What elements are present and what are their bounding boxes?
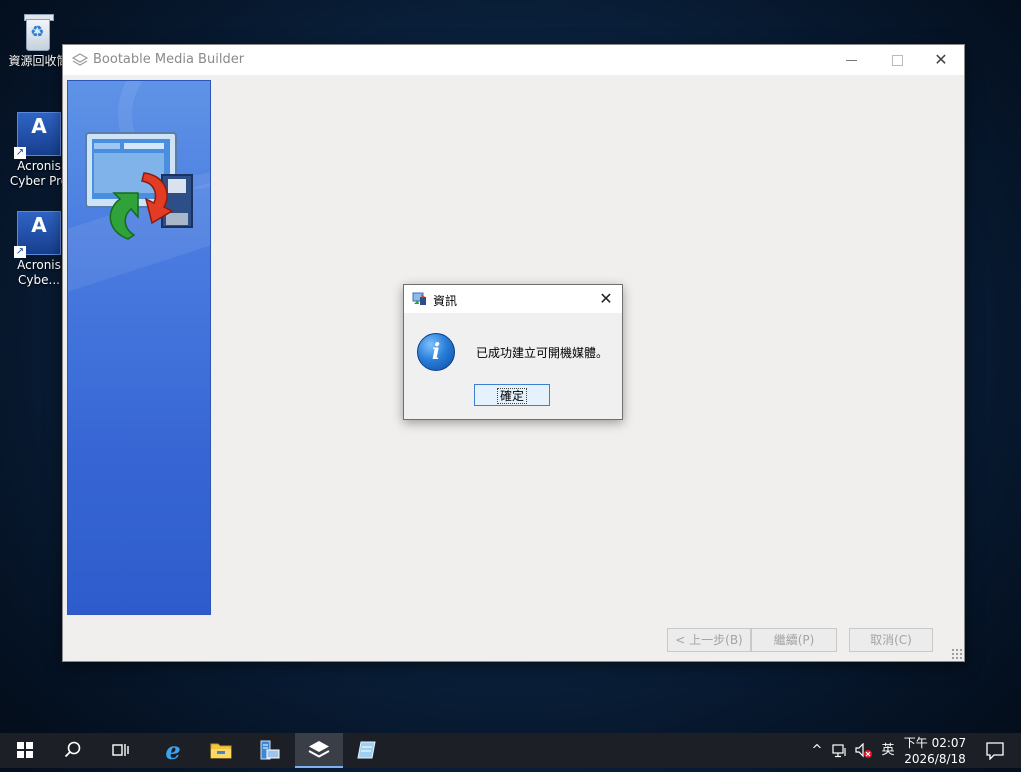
taskbar: e ^ 英 下午 02:07 2026/8/18 (0, 733, 1021, 768)
action-center-button[interactable] (980, 733, 1010, 768)
recycle-bin-icon (20, 12, 56, 52)
start-button[interactable] (1, 733, 49, 768)
clock[interactable]: 下午 02:07 2026/8/18 (898, 735, 972, 767)
taskbar-file-explorer[interactable] (197, 733, 245, 768)
show-hidden-icons-button[interactable]: ^ (808, 733, 826, 768)
taskbar-internet-explorer[interactable]: e (149, 733, 197, 768)
ime-indicator[interactable]: 英 (879, 733, 897, 768)
maximize-icon (891, 54, 903, 66)
maximize-button[interactable] (874, 45, 920, 75)
cancel-button[interactable]: 取消(C) (849, 628, 933, 652)
search-icon (64, 741, 81, 758)
notification-icon (986, 742, 1004, 760)
minimize-icon (845, 59, 857, 61)
window-title: Bootable Media Builder (93, 52, 245, 67)
taskbar-notepad[interactable] (343, 733, 391, 768)
wizard-side-banner (67, 80, 211, 615)
next-button[interactable]: 繼續(P) (751, 628, 837, 652)
app-small-icon (412, 292, 426, 305)
network-icon (832, 743, 846, 757)
ok-button[interactable]: 確定 (474, 384, 550, 406)
chevron-up-icon: ^ (811, 743, 823, 758)
clock-time: 下午 02:07 (903, 736, 967, 750)
info-dialog: 資訊 ✕ i 已成功建立可開機媒體。 確定 (403, 284, 623, 420)
search-button[interactable] (49, 733, 97, 768)
acronis-icon: A ↗ (14, 112, 61, 159)
close-button[interactable]: ✕ (918, 45, 964, 75)
desktop-icon-label: 資源回收筒 (8, 54, 68, 68)
ok-button-label: 確定 (496, 388, 528, 404)
windows-start-icon (17, 742, 33, 758)
close-icon: ✕ (934, 50, 948, 69)
layers-icon (72, 53, 88, 66)
back-button[interactable]: < 上一步(B) (667, 628, 751, 652)
ime-label: 英 (881, 743, 895, 758)
dialog-close-button[interactable]: ✕ (590, 285, 622, 313)
acronis-icon: A ↗ (14, 211, 61, 258)
volume-tray[interactable] (855, 733, 877, 768)
taskbar-server-manager[interactable] (245, 733, 293, 768)
bootable-media-builder-icon (308, 741, 330, 758)
window-titlebar[interactable]: Bootable Media Builder ✕ (63, 45, 964, 75)
bootable-media-illustration (85, 132, 193, 240)
task-view-button[interactable] (97, 733, 145, 768)
close-icon: ✕ (599, 289, 613, 308)
server-manager-icon (260, 740, 280, 760)
dialog-titlebar[interactable]: 資訊 ✕ (404, 285, 622, 313)
task-view-icon (112, 744, 129, 756)
volume-muted-icon (855, 742, 872, 758)
clock-date: 2026/8/18 (904, 752, 966, 766)
dialog-message: 已成功建立可開機媒體。 (476, 346, 609, 360)
internet-explorer-icon: e (165, 736, 181, 765)
network-tray[interactable] (832, 733, 852, 768)
file-explorer-icon (210, 743, 232, 759)
desktop-icon-label: Acronis Cyber Pro (9, 159, 69, 188)
desktop-icon-label: Acronis Cybe... (17, 258, 61, 287)
dialog-title: 資訊 (433, 294, 458, 308)
taskbar-bootable-media-builder[interactable] (295, 733, 343, 768)
notepad-icon (357, 741, 376, 759)
minimize-button[interactable] (828, 45, 874, 75)
resize-grip[interactable] (951, 648, 963, 660)
info-icon: i (417, 333, 455, 371)
